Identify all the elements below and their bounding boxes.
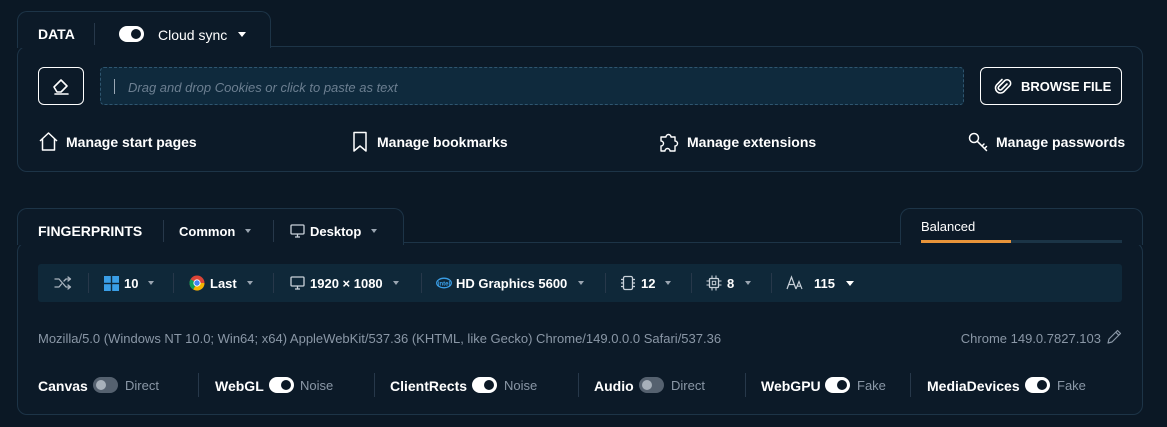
browser-version-select[interactable]: Last [210,276,237,292]
browser-version-label: Chrome 149.0.7827.103 [960,331,1101,346]
webgl-toggle[interactable] [269,377,294,393]
cookies-drop-zone[interactable]: Drag and drop Cookies or click to paste … [100,67,964,105]
manage-passwords-label: Manage passwords [996,134,1126,150]
device-select[interactable]: Desktop [310,224,361,240]
mediadevices-toggle[interactable] [1025,377,1050,393]
mode-tab-indicator [921,240,1011,243]
clientrects-label: ClientRects [390,378,468,394]
gpu-caret-icon[interactable] [578,281,584,285]
browse-file-label: BROWSE FILE [1021,79,1112,94]
font-icon [786,275,803,290]
audio-toggle[interactable] [639,377,664,393]
manage-start-pages-label: Manage start pages [66,134,197,150]
cpu-cores-caret-icon[interactable] [665,281,671,285]
cpu-icon [621,275,635,291]
browse-file-button[interactable]: BROWSE FILE [980,67,1122,105]
browser-version-caret-icon[interactable] [247,281,253,285]
audio-label: Audio [594,378,634,394]
os-version-caret-icon[interactable] [148,281,154,285]
fingerprints-title: FINGERPRINTS [38,223,143,239]
mediadevices-label: MediaDevices [927,378,1020,394]
resolution-select[interactable]: 1920 × 1080 [310,276,383,292]
audio-mode: Direct [671,378,705,393]
paperclip-icon [994,78,1012,94]
clientrects-toggle[interactable] [472,377,497,393]
fonts-caret-icon[interactable] [846,281,854,286]
cloud-sync-toggle[interactable] [119,26,144,42]
manage-bookmarks-label: Manage bookmarks [377,134,508,150]
home-icon [39,132,58,151]
bookmark-icon [353,131,367,152]
eraser-icon [53,79,69,95]
monitor-icon [290,224,305,238]
canvas-mode: Direct [125,378,159,393]
manage-start-pages-link[interactable]: Manage start pages [38,131,208,153]
svg-text:intel: intel [438,281,451,287]
puzzle-icon [660,133,679,152]
webgpu-mode: Fake [857,378,886,393]
manage-passwords-link[interactable]: Manage passwords [967,131,1126,153]
fonts-select[interactable]: 115 [814,276,835,292]
manage-bookmarks-link[interactable]: Manage bookmarks [352,131,512,153]
canvas-label: Canvas [38,378,88,394]
memory-select[interactable]: 8 [727,276,734,292]
gpu-select[interactable]: HD Graphics 5600 [456,276,567,292]
memory-caret-icon[interactable] [745,281,751,285]
clientrects-mode: Noise [504,378,538,393]
profile-type-select[interactable]: Common [179,224,235,240]
user-agent-text[interactable]: Mozilla/5.0 (Windows NT 10.0; Win64; x64… [38,331,721,347]
device-caret-icon[interactable] [371,229,377,233]
clear-button[interactable] [38,67,84,105]
shuffle-icon[interactable] [54,276,72,290]
webgpu-label: WebGPU [761,378,821,394]
resolution-monitor-icon [290,276,305,290]
cpu-cores-select[interactable]: 12 [641,276,655,292]
profile-type-caret-icon[interactable] [245,229,251,233]
mode-tab-balanced[interactable]: Balanced [921,219,975,235]
resolution-caret-icon[interactable] [393,281,399,285]
webgl-label: WebGL [215,378,264,394]
manage-extensions-link[interactable]: Manage extensions [658,131,823,153]
pencil-icon[interactable] [1106,329,1122,345]
key-icon [968,132,988,152]
memory-chip-icon [706,275,722,291]
os-version-select[interactable]: 10 [124,276,138,292]
webgl-mode: Noise [300,378,334,393]
data-panel [17,46,1143,172]
cloud-sync-label[interactable]: Cloud sync [158,27,227,43]
cloud-sync-caret-icon[interactable] [238,32,246,37]
mediadevices-mode: Fake [1057,378,1086,393]
manage-extensions-label: Manage extensions [687,134,817,150]
canvas-toggle[interactable] [93,377,118,393]
data-title: DATA [38,26,75,42]
webgpu-toggle[interactable] [825,377,850,393]
windows-icon [104,276,119,291]
intel-gpu-icon: intel [436,277,452,289]
cookies-input-placeholder: Drag and drop Cookies or click to paste … [128,80,398,95]
chrome-icon [189,275,205,291]
